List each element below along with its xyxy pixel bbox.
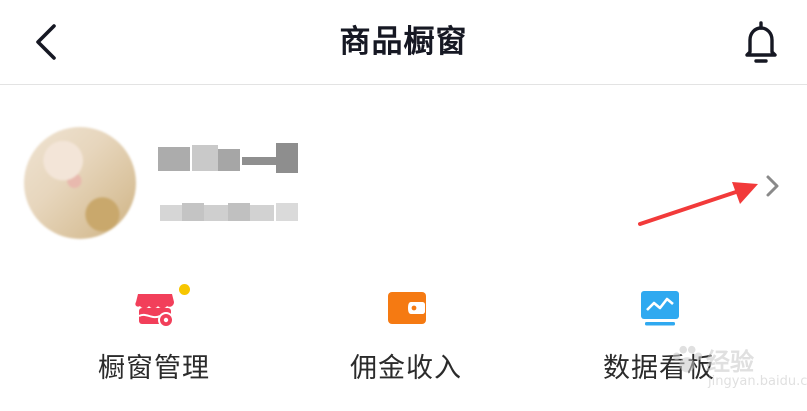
avatar xyxy=(24,127,136,239)
paw-icon xyxy=(672,345,703,373)
watermark: 经验 jingyan.baidu.com xyxy=(670,340,807,400)
menu-label-commission: 佣金收入 xyxy=(350,353,462,384)
bell-icon[interactable] xyxy=(736,18,786,68)
menu-item-showcase-manage[interactable]: 橱窗管理 xyxy=(54,278,254,398)
profile-subtitle xyxy=(158,197,300,227)
page-title: 商品橱窗 xyxy=(339,24,468,60)
profile-name xyxy=(158,141,300,175)
menu-item-commission[interactable]: 佣金收入 xyxy=(306,278,506,398)
watermark-url: jingyan.baidu.com xyxy=(708,374,807,389)
shop-settings-icon xyxy=(135,294,174,328)
top-bar: 商品橱窗 xyxy=(0,0,807,85)
wallet-icon xyxy=(388,292,426,324)
annotation-arrow xyxy=(638,182,758,226)
chart-board-icon xyxy=(641,291,679,326)
watermark-text: 经验 xyxy=(706,348,754,376)
menu-label-showcase-manage: 橱窗管理 xyxy=(98,353,210,384)
notification-dot xyxy=(179,284,190,295)
